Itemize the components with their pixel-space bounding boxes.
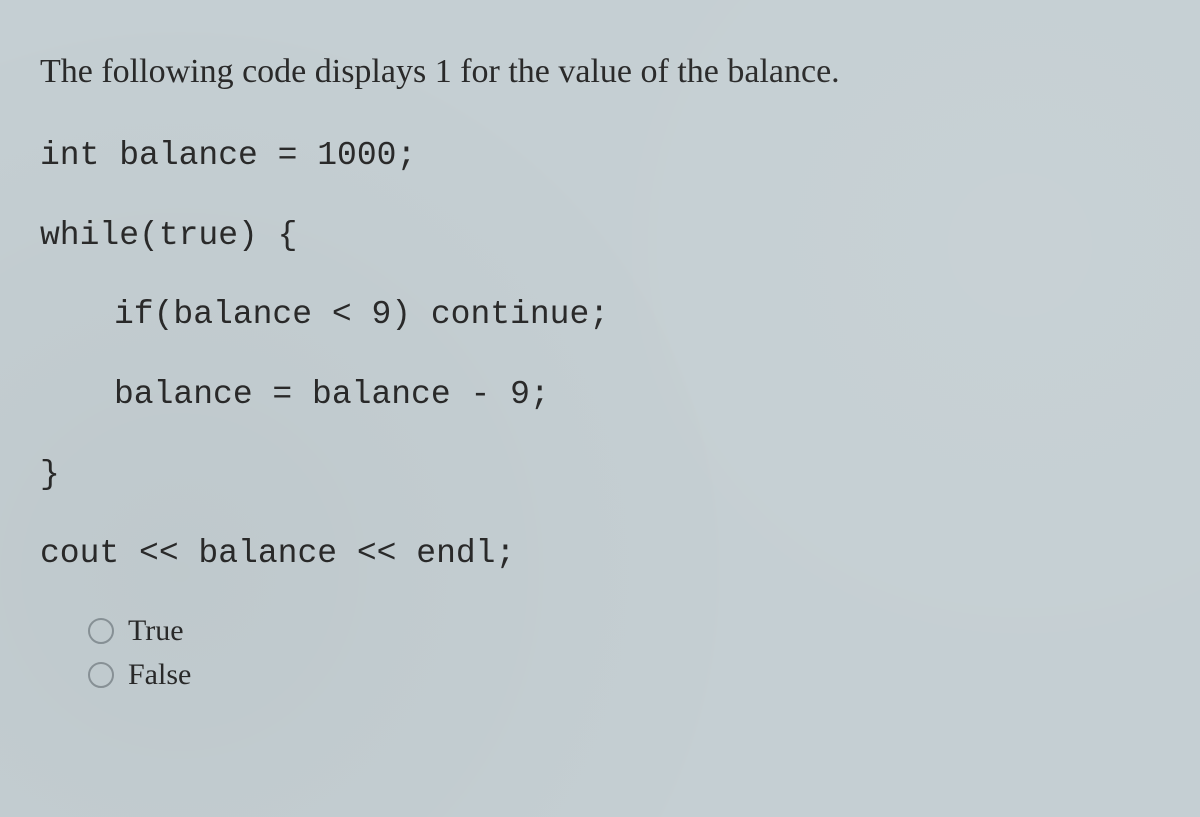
code-line-3: if(balance < 9) continue; [40,295,1160,335]
code-line-5: } [40,455,1160,495]
answer-options: True False [40,614,1160,692]
radio-icon[interactable] [88,618,114,644]
option-true-label: True [128,614,184,648]
code-line-1: int balance = 1000; [40,136,1160,176]
option-false-label: False [128,658,191,692]
option-true[interactable]: True [88,614,1160,648]
code-line-2: while(true) { [40,216,1160,256]
option-false[interactable]: False [88,658,1160,692]
radio-icon[interactable] [88,662,114,688]
code-block: int balance = 1000; while(true) { if(bal… [40,136,1160,574]
code-line-6: cout << balance << endl; [40,534,1160,574]
code-line-4: balance = balance - 9; [40,375,1160,415]
question-prompt: The following code displays 1 for the va… [40,50,1160,94]
